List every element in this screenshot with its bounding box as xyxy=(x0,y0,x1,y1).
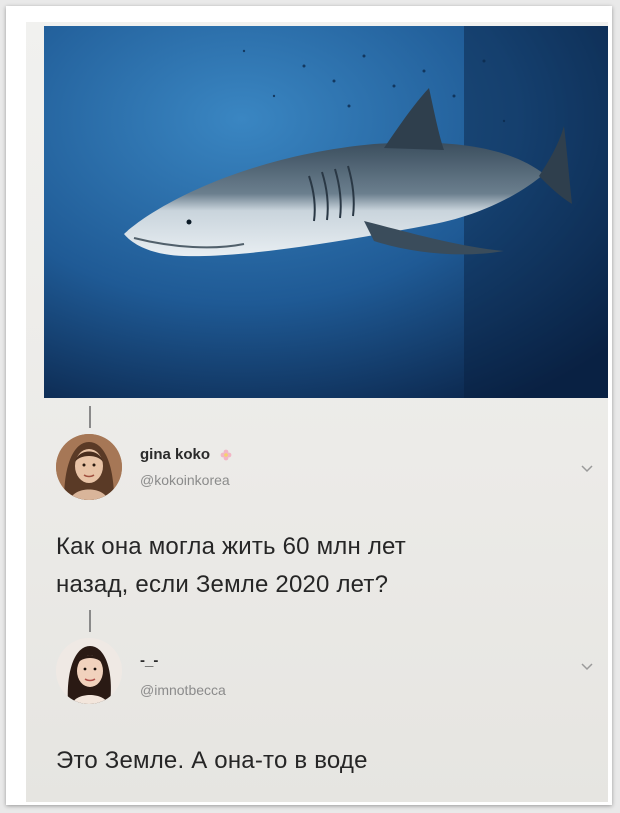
display-name[interactable]: -_- xyxy=(140,652,158,669)
thread-connector-middle xyxy=(89,610,91,632)
avatar[interactable] xyxy=(56,434,122,500)
chevron-down-icon[interactable] xyxy=(580,662,594,672)
photo-frame: gina koko @kokoinkorea Как она могла жит… xyxy=(6,6,612,805)
avatar-woman-icon xyxy=(56,434,122,500)
display-name-text: gina koko xyxy=(140,446,211,463)
avatar-woman-icon xyxy=(56,638,122,704)
user-handle[interactable]: @kokoinkorea xyxy=(140,472,230,488)
tweet-text-line-2: назад, если Земле 2020 лет? xyxy=(56,571,389,598)
chevron-down-icon[interactable] xyxy=(580,464,594,474)
user-handle[interactable]: @imnotbecca xyxy=(140,682,226,698)
display-name[interactable]: gina koko xyxy=(140,446,232,463)
screenshot-paper: gina koko @kokoinkorea Как она могла жит… xyxy=(26,22,608,802)
tweet-text: Это Земле. А она-то в воде xyxy=(56,742,368,780)
shark-image xyxy=(44,26,608,398)
tweet-text-line-1: Как она могла жить 60 млн лет xyxy=(56,533,406,560)
shark-photo[interactable] xyxy=(44,26,608,398)
thread-connector-top xyxy=(89,406,91,428)
tweet-text: Как она могла жить 60 млн лет назад, есл… xyxy=(56,528,406,604)
avatar[interactable] xyxy=(56,638,122,704)
tweet-text-line-1: Это Земле. А она-то в воде xyxy=(56,747,368,774)
flower-icon xyxy=(220,449,232,461)
